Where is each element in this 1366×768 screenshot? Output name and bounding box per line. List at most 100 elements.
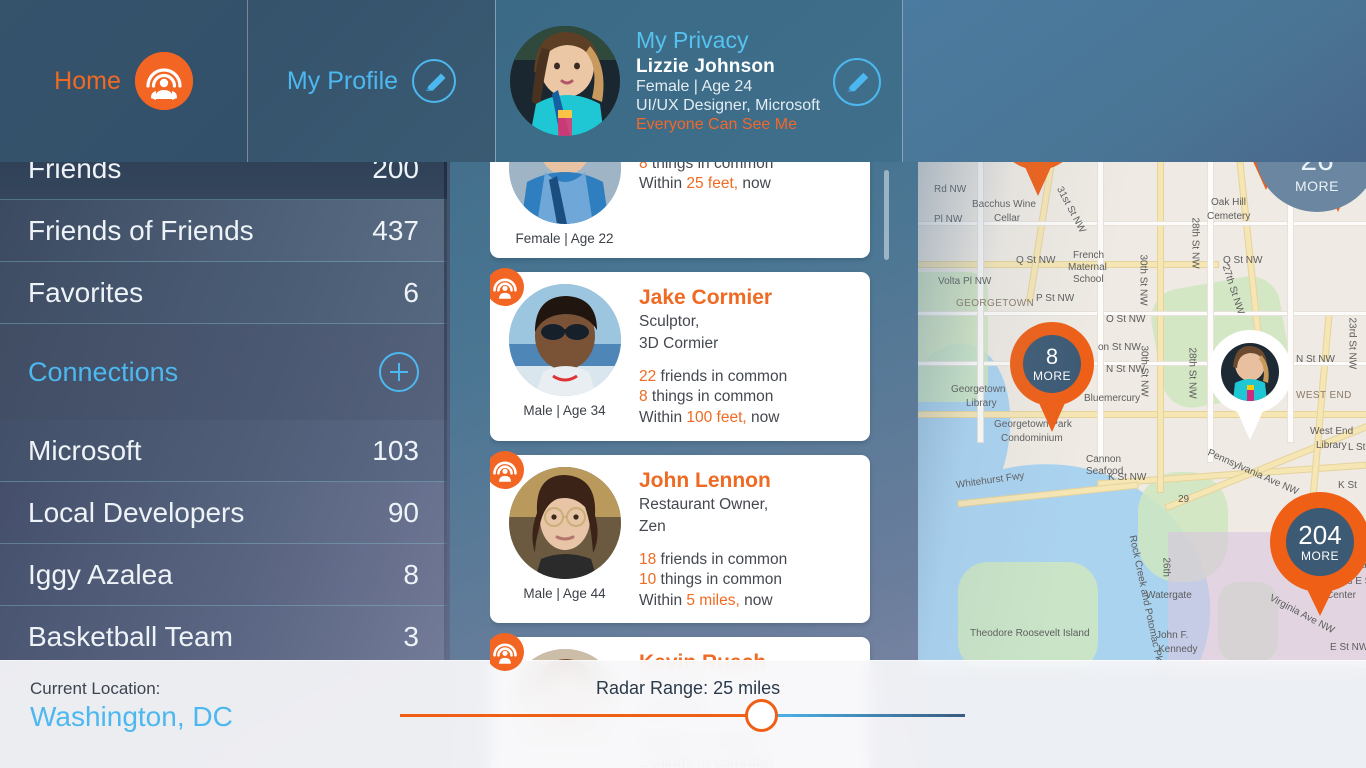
person-card[interactable]: Male | Age 44 John Lennon Restaurant Own…	[490, 450, 870, 624]
sidebar-item-local-developers[interactable]: Local Developers 90	[0, 482, 447, 544]
map-pin-cluster-204[interactable]: 204 MORE	[1270, 492, 1366, 616]
avatar-lizzie	[510, 26, 620, 136]
map-label: 30th St NW	[1138, 345, 1150, 397]
friends-label: friends in common	[656, 550, 788, 568]
person-gender-age: Male | Age 34	[523, 403, 606, 418]
map-label: Library	[966, 398, 997, 409]
privacy-user-name: Lizzie Johnson	[636, 56, 775, 78]
pin-count-more: MORE	[1033, 369, 1071, 383]
within-value: 5 miles,	[686, 591, 740, 609]
person-friends-in-common: 22 friends in common	[639, 367, 856, 388]
person-name: Jake Cormier	[639, 286, 773, 309]
privacy-pencil-edit-icon[interactable]	[833, 58, 881, 106]
sidebar-item-friends-of-friends[interactable]: Friends of Friends 437	[0, 200, 447, 262]
sidebar-item-microsoft[interactable]: Microsoft 103	[0, 420, 447, 482]
nav-home-label: Home	[54, 66, 121, 95]
sidebar-item-label: Iggy Azalea	[28, 558, 173, 590]
person-distance: Within 5 miles, now	[639, 591, 856, 612]
person-avatar	[508, 162, 621, 224]
person-stats: 18 friends in common 10 things in common…	[639, 550, 856, 612]
within-prefix: Within	[639, 175, 687, 193]
map-label: West End	[1310, 426, 1354, 437]
friends-count: 18	[639, 550, 657, 568]
map-label: 23rd St NW	[1346, 317, 1358, 370]
radar-slider-knob[interactable]	[745, 699, 778, 732]
person-things-in-common: 8 things in common	[639, 387, 856, 408]
current-location-value[interactable]: Washington, DC	[30, 701, 233, 733]
person-distance: Within 100 feet, now	[639, 408, 856, 429]
sidebar-item-iggy-azalea[interactable]: Iggy Azalea 8	[0, 544, 447, 606]
within-prefix: Within	[639, 409, 687, 427]
sidebar-item-friends[interactable]: Friends 200	[0, 162, 447, 200]
person-role-line1: Sculptor,	[639, 313, 700, 331]
radar-slider-track-filled[interactable]	[400, 714, 762, 717]
person-card[interactable]: Male | Age 34 Jake Cormier Sculptor, 3D …	[490, 268, 870, 441]
person-card-body: John Lennon Restaurant Owner, Zen 18 fri…	[639, 467, 856, 612]
map-label: on St NW	[1098, 342, 1141, 353]
map-label: GEORGETOWN	[956, 298, 1035, 309]
person-role-line2: Zen	[639, 518, 666, 536]
radar-range-label: Radar Range: 25 miles	[596, 678, 781, 698]
sidebar-item-count: 3	[403, 621, 419, 652]
map-label: John F.	[1156, 630, 1189, 641]
things-count: 8	[639, 388, 648, 406]
radar-slider-track-remaining[interactable]	[762, 714, 965, 717]
person-friends-in-common: 18 friends in common	[639, 550, 856, 571]
map-park	[958, 562, 1098, 668]
privacy-gender-age: Female | Age 24	[636, 78, 753, 96]
person-stats: 22 friends in common 8 things in common …	[639, 367, 856, 429]
person-card[interactable]: Female | Age 22 22 friends in common 8 t…	[490, 162, 870, 258]
pin-count-number: 204	[1298, 520, 1342, 550]
sidebar-item-label: Basketball Team	[28, 621, 233, 652]
map-road	[1158, 162, 1163, 492]
person-avatar	[508, 284, 621, 396]
within-suffix: now	[739, 591, 773, 609]
map-label: K St	[1338, 480, 1357, 491]
person-role-line2: 3D Cormier	[639, 335, 719, 353]
map-label: O St NW	[1106, 314, 1146, 325]
person-distance: Within 25 feet, now	[639, 174, 856, 195]
list-scrollbar[interactable]	[884, 170, 889, 260]
avatar-female-22-icon	[508, 162, 621, 224]
friends-count: 22	[639, 367, 657, 385]
map-label: Library	[1316, 440, 1347, 451]
plus-circle-icon[interactable]	[379, 352, 419, 392]
pin-count-badge: 8 MORE	[1023, 335, 1081, 393]
map-pin-user-avatar[interactable]	[1208, 330, 1292, 440]
within-suffix: now	[746, 409, 780, 427]
map-label: Georgetown	[951, 384, 1006, 395]
map-road-minor	[1098, 162, 1103, 462]
sidebar-item-favorites[interactable]: Favorites 6	[0, 262, 447, 324]
within-prefix: Within	[639, 591, 687, 609]
person-card-body: Jake Cormier Sculptor, 3D Cormier 22 fri…	[639, 284, 856, 429]
person-things-in-common: 8 things in common	[639, 162, 856, 174]
privacy-occupation: UI/UX Designer, Microsoft	[636, 97, 821, 115]
things-count: 8	[639, 162, 648, 172]
map-label: Bacchus Wine	[972, 199, 1036, 210]
sidebar-item-label: Friends	[28, 162, 122, 184]
map-pin-cluster-8[interactable]: 8 MORE	[1010, 322, 1094, 432]
privacy-text-block: My Privacy Lizzie Johnson Female | Age 2…	[636, 27, 820, 135]
nav-home-button[interactable]: Home	[0, 0, 247, 162]
map-label: Theodore Roosevelt Island	[970, 628, 1090, 639]
things-count: 10	[639, 571, 657, 589]
person-gender-age: Male | Age 44	[523, 585, 606, 601]
person-role-line1: Restaurant Owner,	[639, 495, 769, 513]
nav-my-profile-button[interactable]: My Profile	[248, 0, 495, 162]
my-privacy-panel[interactable]: My Privacy Lizzie Johnson Female | Age 2…	[496, 0, 902, 162]
pin-count-number: 8	[1045, 344, 1059, 369]
map-pin-cut-top-left[interactable]	[996, 162, 1080, 196]
sidebar-item-label: Microsoft	[28, 434, 142, 466]
map-label: Watergate	[1146, 590, 1192, 601]
friends-label: friends in common	[656, 367, 788, 385]
pencil-edit-icon[interactable]	[412, 59, 457, 103]
sidebar-item-basketball-team[interactable]: Basketball Team 3	[0, 606, 447, 660]
current-location-label: Current Location:	[30, 679, 161, 698]
map-label: E St NW	[1330, 642, 1366, 653]
map-road	[918, 412, 1366, 417]
sidebar-item-count: 200	[372, 162, 419, 184]
left-sidebar[interactable]: Friends 200 Friends of Friends 437 Favor…	[0, 162, 447, 660]
map-label: Condominium	[1001, 433, 1063, 444]
map-pin-cluster-26-wrap[interactable]: 26 MORE	[1255, 150, 1366, 260]
map-label: Kennedy	[1158, 644, 1198, 655]
